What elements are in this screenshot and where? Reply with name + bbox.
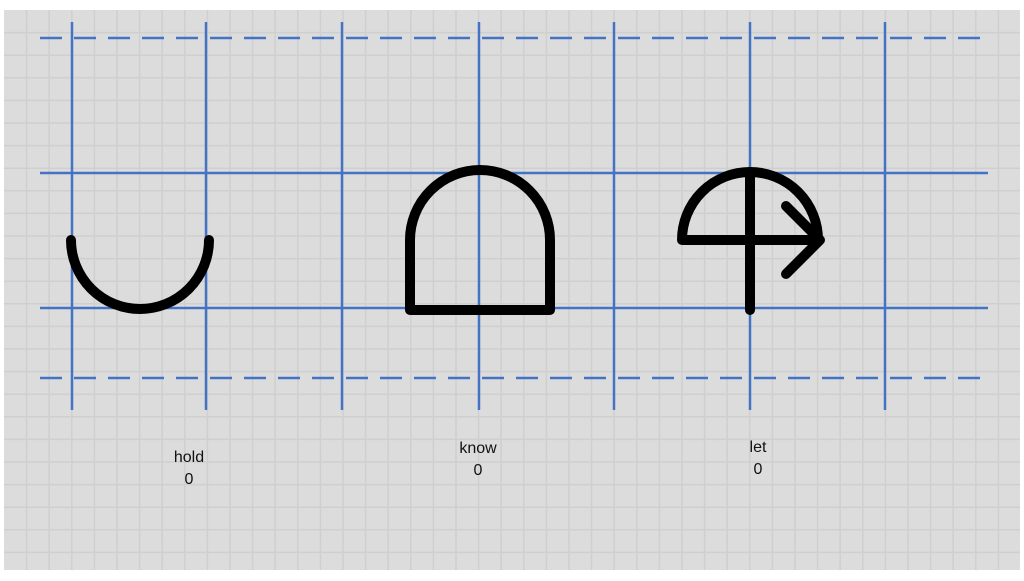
glyph-word: hold [173,449,205,466]
glyph-label-hold: hold 0 [129,447,249,491]
glyph-count: 0 [753,461,763,478]
glyph-label-know: know 0 [418,438,538,482]
glyph-label-let: let 0 [698,437,818,481]
glyph-count: 0 [184,471,194,488]
glyph-word: let [749,439,767,456]
glyph-grid-canvas: hold 0 know 0 let 0 [0,0,1024,576]
glyph-word: know [459,440,497,457]
glyph-count: 0 [473,462,483,479]
